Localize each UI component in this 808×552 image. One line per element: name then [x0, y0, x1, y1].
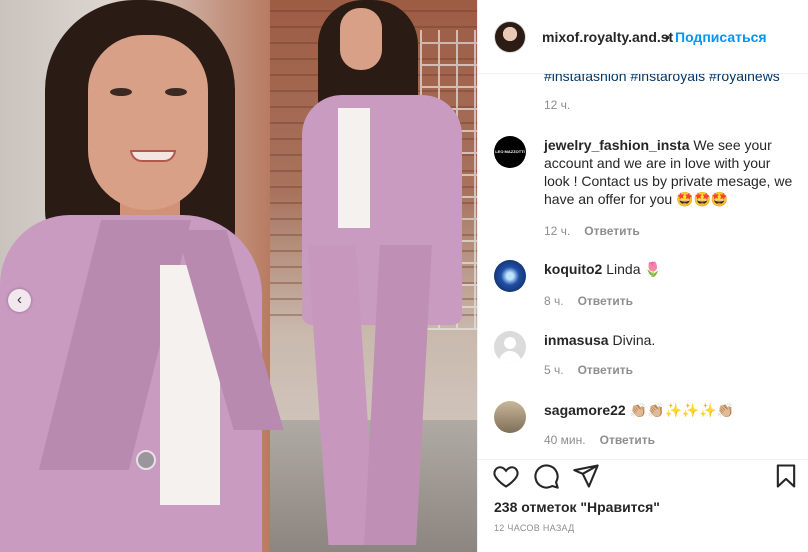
comment-time[interactable]: 12 ч.	[544, 224, 570, 238]
comment-time[interactable]: 40 мин.	[544, 433, 586, 447]
photo-portrait-button	[136, 450, 156, 470]
comment-username[interactable]: sagamore22	[544, 402, 626, 418]
reply-button[interactable]: Ответить	[578, 363, 633, 377]
bookmark-icon[interactable]	[772, 462, 800, 490]
reply-button[interactable]: Ответить	[600, 433, 655, 447]
comment-item: sagamore22 👏🏼👏🏼✨✨✨👏🏼 40 мин. Ответить	[494, 401, 794, 451]
comment-time[interactable]: 5 ч.	[544, 363, 564, 377]
comment-username[interactable]: jewelry_fashion_insta	[544, 137, 690, 153]
default-avatar-icon[interactable]	[494, 331, 526, 363]
photo-portrait-face	[88, 35, 208, 210]
comment-item: inmasusa Divina. 5 ч. Ответить	[494, 331, 794, 381]
post-modal: ‹ #instafashion #instaroyals #royalnews …	[0, 0, 808, 552]
photo-portrait-eye	[110, 88, 132, 96]
comment-body: Linda 🌷	[606, 261, 662, 277]
avatar[interactable]: LEO MAZZOTTI	[494, 136, 526, 168]
post-timestamp[interactable]: 12 ЧАСОВ НАЗАД	[494, 523, 575, 533]
comment-text: inmasusa Divina.	[544, 331, 799, 349]
header-separator: •	[665, 29, 670, 45]
avatar[interactable]	[494, 401, 526, 433]
reply-button[interactable]: Ответить	[578, 294, 633, 308]
comment-text: koquito2 Linda 🌷	[544, 260, 799, 278]
comment-icon[interactable]	[532, 462, 560, 490]
avatar[interactable]	[494, 260, 526, 292]
comment-username[interactable]: koquito2	[544, 261, 602, 277]
comment-item: LEO MAZZOTTI jewelry_fashion_insta We se…	[494, 136, 794, 238]
post-side-panel: #instafashion #instaroyals #royalnews 12…	[477, 0, 808, 552]
comment-meta: 12 ч. Ответить	[544, 224, 640, 238]
likes-count[interactable]: 238 отметок "Нравится"	[494, 499, 660, 515]
reply-button[interactable]: Ответить	[584, 224, 639, 238]
chevron-left-icon: ‹	[17, 291, 22, 308]
caption-hashtags[interactable]: #instafashion #instaroyals #royalnews	[544, 74, 780, 84]
heart-icon[interactable]	[492, 462, 520, 490]
comments-list[interactable]: #instafashion #instaroyals #royalnews 12…	[478, 74, 808, 459]
photo-figure-face	[340, 8, 382, 70]
comment-item: koquito2 Linda 🌷 8 ч. Ответить	[494, 260, 794, 310]
photo-portrait-smile	[130, 150, 176, 162]
photo-figure-shirt	[338, 108, 370, 228]
avatar[interactable]	[494, 21, 526, 53]
comment-body: 👏🏼👏🏼✨✨✨👏🏼	[629, 402, 735, 418]
post-photo[interactable]: ‹	[0, 0, 477, 552]
comment-body: Divina.	[612, 332, 656, 348]
share-icon[interactable]	[572, 462, 600, 490]
comment-text: sagamore22 👏🏼👏🏼✨✨✨👏🏼	[544, 401, 799, 419]
comment-username[interactable]: inmasusa	[544, 332, 609, 348]
comment-meta: 40 мин. Ответить	[544, 433, 655, 447]
comment-meta: 5 ч. Ответить	[544, 363, 633, 377]
post-header: mixof.royalty.and.st • Подписаться	[478, 0, 808, 74]
avatar-logo-text: LEO MAZZOTTI	[495, 149, 525, 154]
comment-text: jewelry_fashion_insta We see your accoun…	[544, 136, 799, 208]
header-username[interactable]: mixof.royalty.and.st	[542, 29, 673, 45]
post-actions: 238 отметок "Нравится" 12 ЧАСОВ НАЗАД	[478, 459, 808, 552]
comment-meta: 8 ч. Ответить	[544, 294, 633, 308]
comment-time[interactable]: 8 ч.	[544, 294, 564, 308]
caption-timestamp[interactable]: 12 ч.	[544, 98, 570, 112]
photo-portrait-eye	[165, 88, 187, 96]
follow-button[interactable]: Подписаться	[675, 29, 767, 45]
carousel-prev-button[interactable]: ‹	[8, 289, 31, 312]
